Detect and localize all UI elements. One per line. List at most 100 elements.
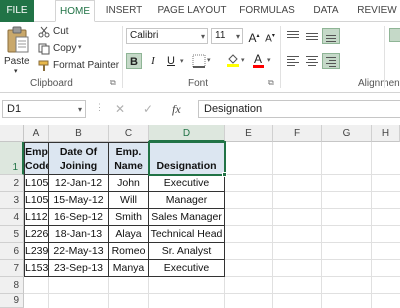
tab-insert[interactable]: INSERT [102, 0, 146, 22]
underline-button[interactable]: U [163, 53, 179, 69]
table-header-cell[interactable]: Date Of Joining [49, 142, 109, 175]
copy-dropdown-icon[interactable]: ▾ [78, 43, 82, 51]
font-color-button[interactable]: A ▾ [252, 52, 274, 69]
align-right-button[interactable] [322, 53, 340, 69]
row-header-4[interactable]: 4 [0, 209, 24, 226]
formula-input[interactable]: Designation [198, 100, 400, 118]
active-cell-selection[interactable] [148, 141, 226, 176]
table-cell[interactable]: L1123 [24, 209, 49, 226]
font-color-dropdown-icon[interactable]: ▾ [267, 56, 271, 64]
cut-label: Cut [53, 26, 69, 37]
table-cell[interactable]: Will [109, 192, 149, 209]
tab-page-layout[interactable]: PAGE LAYOUT [155, 0, 229, 22]
row-header-8[interactable]: 8 [0, 277, 24, 294]
row-header-2[interactable]: 2 [0, 175, 24, 192]
row-header-7[interactable]: 7 [0, 260, 24, 277]
copy-button[interactable]: Copy ▾ [38, 42, 86, 56]
format-painter-button[interactable]: Format Painter [38, 59, 120, 73]
column-header-e[interactable]: E [225, 125, 273, 142]
font-size-dropdown[interactable]: 11 ▾ [211, 28, 243, 44]
table-cell[interactable]: 16-Sep-12 [49, 209, 109, 226]
clipboard-launcher-icon[interactable]: ⧉ [110, 78, 116, 88]
table-cell[interactable]: Alaya [109, 226, 149, 243]
bottom-align-button[interactable] [322, 28, 340, 44]
bold-button[interactable]: B [126, 53, 142, 69]
name-box[interactable]: D1 ▾ [2, 100, 86, 118]
paintbrush-icon [38, 60, 49, 71]
increase-font-size-button[interactable]: A▴ [246, 28, 262, 45]
italic-button[interactable]: I [145, 53, 161, 69]
decrease-font-size-button[interactable]: A▾ [262, 28, 278, 44]
table-cell[interactable]: L1059 [24, 192, 49, 209]
table-header-line: Date Of [59, 146, 98, 158]
column-header-b[interactable]: B [49, 125, 109, 142]
tab-home[interactable]: HOME [55, 0, 95, 22]
table-cell[interactable]: 23-Sep-13 [49, 260, 109, 277]
table-cell[interactable]: Executive [149, 260, 225, 277]
table-cell[interactable]: L1056 [24, 175, 49, 192]
select-all-button[interactable] [0, 125, 24, 142]
align-center-button[interactable] [303, 53, 321, 69]
table-cell[interactable]: Manya [109, 260, 149, 277]
fill-handle[interactable] [222, 172, 227, 177]
table-cell[interactable]: Sr. Analyst [149, 243, 225, 260]
table-cell[interactable]: 15-May-12 [49, 192, 109, 209]
table-cell[interactable]: Sales Manager [149, 209, 225, 226]
align-left-button[interactable] [284, 53, 302, 69]
fill-color-dropdown-icon[interactable]: ▾ [241, 56, 245, 64]
paste-dropdown-icon[interactable]: ▾ [14, 67, 18, 75]
tab-formulas[interactable]: FORMULAS [236, 0, 298, 22]
fill-color-button[interactable]: ▾ [226, 53, 248, 69]
table-cell[interactable]: 22-May-13 [49, 243, 109, 260]
borders-icon [192, 54, 206, 68]
name-box-value: D1 [7, 103, 22, 115]
table-cell[interactable]: Technical Head [149, 226, 225, 243]
cut-button[interactable]: Cut [38, 25, 78, 39]
tab-file[interactable]: FILE [0, 0, 34, 22]
column-header-g[interactable]: G [322, 125, 372, 142]
paste-button[interactable]: Paste ▾ [4, 26, 32, 75]
table-cell[interactable]: John [109, 175, 149, 192]
column-header-a[interactable]: A [24, 125, 49, 142]
row-header-5[interactable]: 5 [0, 226, 24, 243]
column-header-c[interactable]: C [109, 125, 149, 142]
top-align-button[interactable] [284, 28, 302, 44]
table-header-cell[interactable]: Emp. Name [109, 142, 149, 175]
middle-align-button[interactable] [303, 28, 321, 44]
table-cell[interactable]: Smith [109, 209, 149, 226]
font-name-value: Calibri [130, 30, 159, 41]
table-cell[interactable]: L1537 [24, 260, 49, 277]
underline-dropdown-icon[interactable]: ▾ [180, 57, 184, 65]
paste-label: Paste [4, 56, 30, 67]
enter-icon[interactable]: ✓ [143, 102, 153, 116]
table-cell[interactable]: Executive [149, 175, 225, 192]
table-cell[interactable]: L2261 [24, 226, 49, 243]
worksheet-grid[interactable]: ABCDEFGH 123456789 Emp Code Date Of Joining… [0, 125, 400, 308]
row-header-1[interactable]: 1 [0, 142, 24, 175]
column-header-f[interactable]: F [273, 125, 322, 142]
row-header-6[interactable]: 6 [0, 243, 24, 260]
borders-dropdown-icon[interactable]: ▾ [207, 56, 211, 64]
column-header-d[interactable]: D [149, 125, 225, 142]
paste-icon [7, 26, 29, 53]
tab-review[interactable]: REVIEW [354, 0, 400, 22]
table-cell[interactable]: 18-Jan-13 [49, 226, 109, 243]
tab-data[interactable]: DATA [308, 0, 344, 22]
formula-bar-drag-handle[interactable]: ⋮ [95, 102, 104, 113]
borders-button[interactable]: ▾ [192, 53, 214, 69]
insert-function-icon[interactable]: fx [172, 102, 181, 117]
table-cell[interactable]: L2399 [24, 243, 49, 260]
table-cell[interactable]: Romeo [109, 243, 149, 260]
table-header-cell[interactable]: Emp Code [24, 142, 49, 175]
column-header-h[interactable]: H [372, 125, 400, 142]
font-launcher-icon[interactable]: ⧉ [268, 78, 274, 88]
cancel-icon[interactable]: ✕ [115, 102, 125, 116]
row-header-9[interactable]: 9 [0, 294, 24, 308]
table-cell[interactable]: 12-Jan-12 [49, 175, 109, 192]
table-cell[interactable]: Manager [149, 192, 225, 209]
row-header-3[interactable]: 3 [0, 192, 24, 209]
wrap-text-button[interactable] [389, 28, 400, 42]
copy-icon [38, 43, 50, 55]
font-color-swatch [253, 65, 264, 68]
font-name-dropdown[interactable]: Calibri ▾ [126, 28, 208, 44]
